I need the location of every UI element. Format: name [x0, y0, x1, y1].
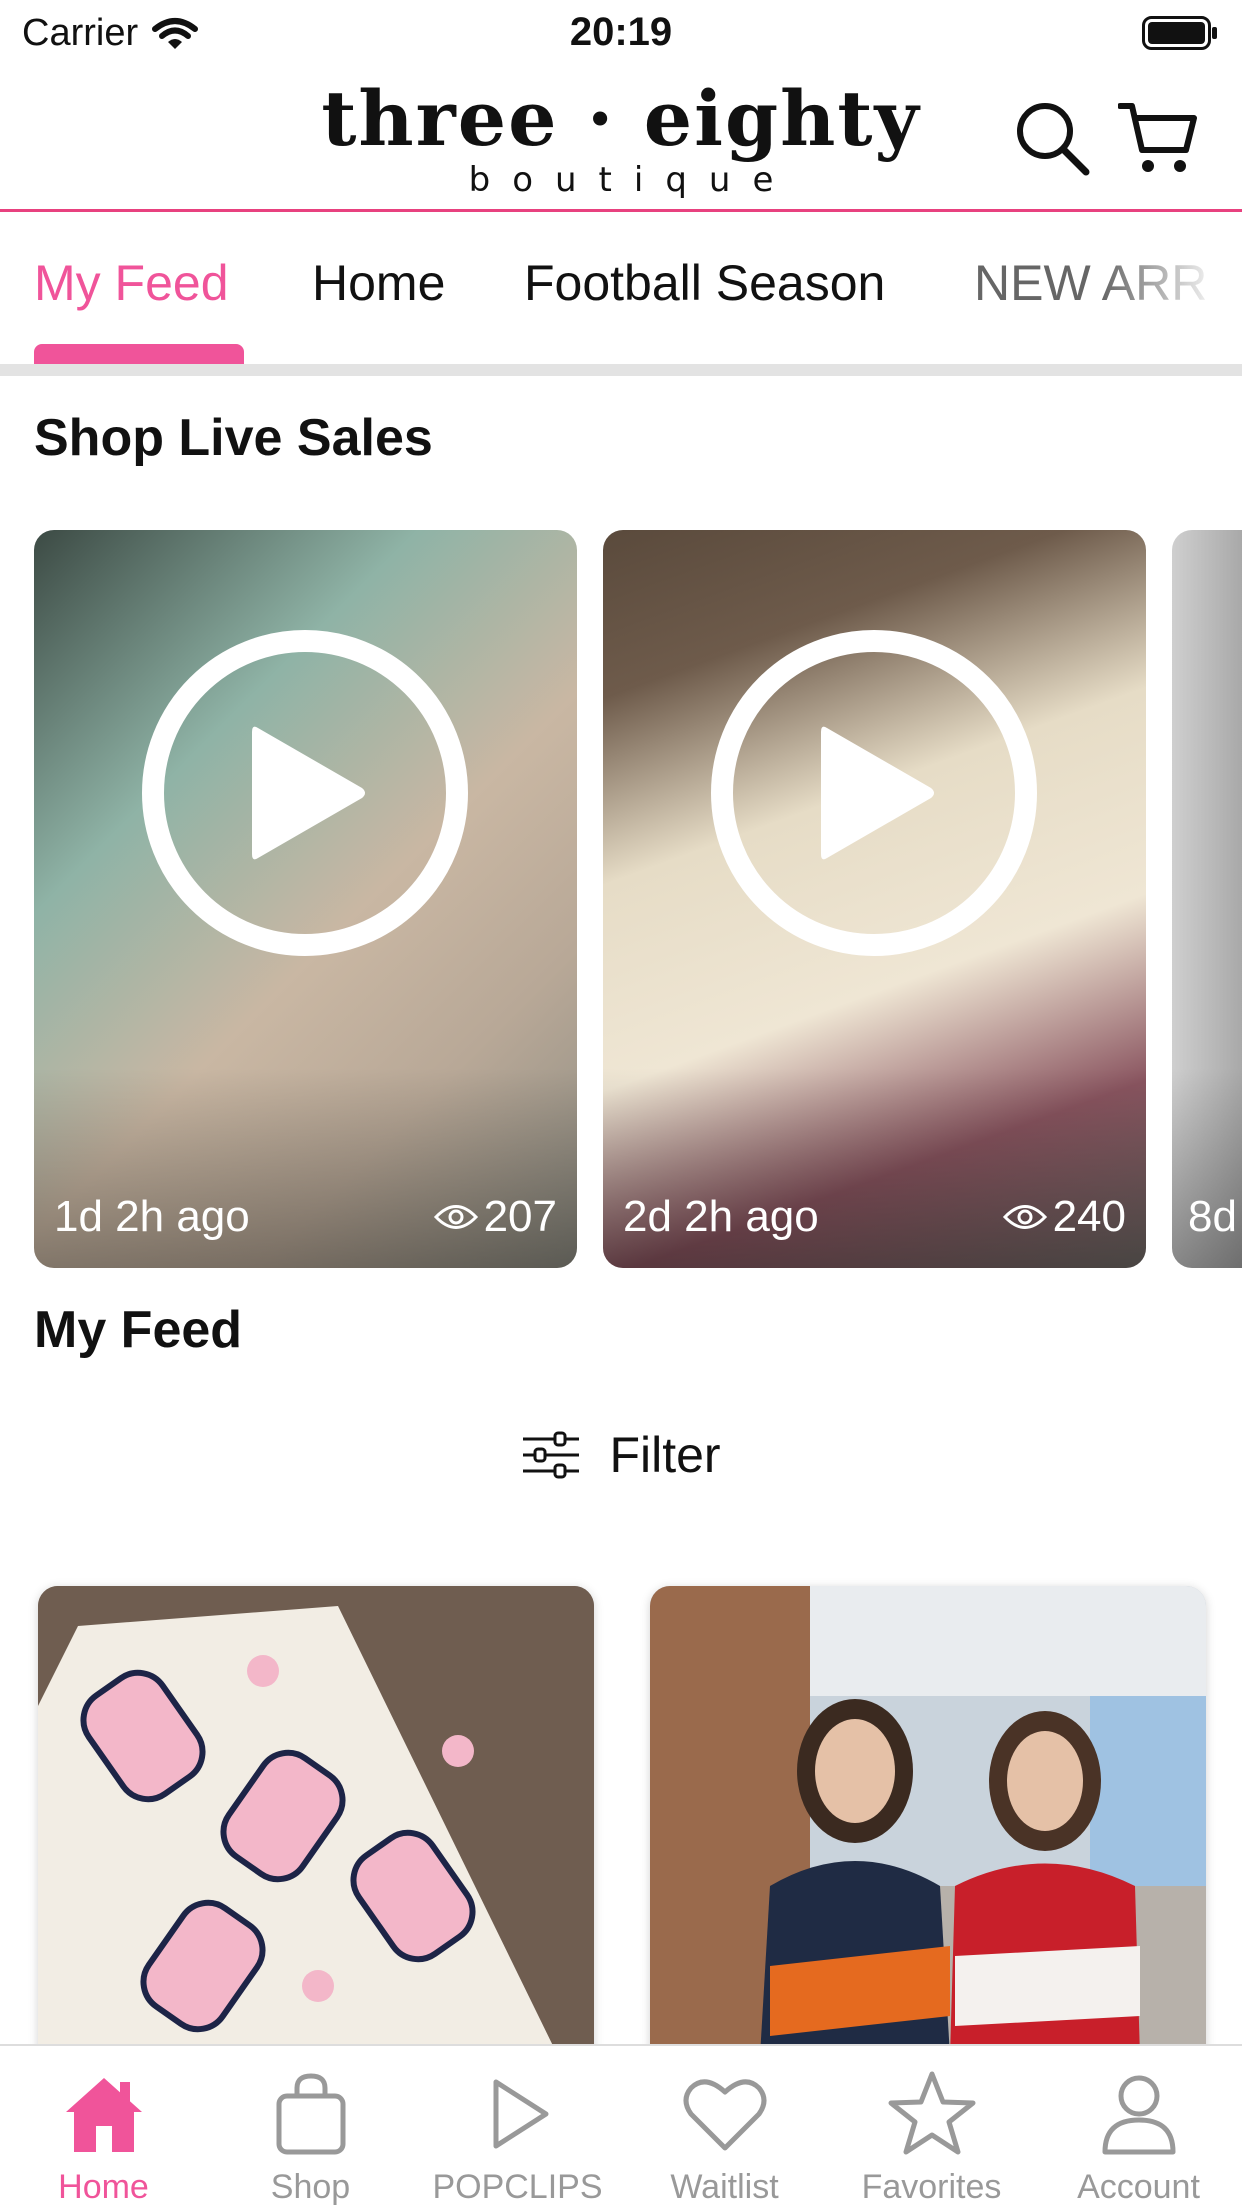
- play-video-icon[interactable]: [709, 628, 1039, 958]
- nav-waitlist-label: Waitlist: [670, 2168, 779, 2206]
- nav-account-label: Account: [1077, 2168, 1200, 2206]
- tab-my-feed[interactable]: My Feed: [34, 254, 229, 312]
- nav-waitlist[interactable]: Waitlist: [621, 2046, 828, 2208]
- live-sale-card[interactable]: 8d: [1172, 530, 1242, 1268]
- live-sale-card[interactable]: 2d 2h ago 240: [603, 530, 1146, 1268]
- nav-favorites[interactable]: Favorites: [828, 2046, 1035, 2208]
- feed-product-card[interactable]: [650, 1586, 1206, 2056]
- status-time: 20:19: [569, 10, 673, 54]
- live-sales-title: Shop Live Sales: [34, 409, 433, 467]
- feed-product-card[interactable]: [38, 1586, 594, 2056]
- nav-home[interactable]: Home: [0, 2046, 207, 2208]
- nav-account[interactable]: Account: [1035, 2046, 1242, 2208]
- nav-favorites-label: Favorites: [861, 2168, 1002, 2206]
- tab-football-season[interactable]: Football Season: [524, 254, 885, 312]
- status-bar: Carrier 20:19: [0, 0, 1242, 66]
- home-icon: [66, 2078, 142, 2152]
- eye-icon: [433, 1205, 478, 1229]
- product-image: [650, 1586, 1206, 2056]
- live-sale-views: 240: [1002, 1192, 1126, 1242]
- search-icon[interactable]: [1012, 98, 1092, 178]
- nav-shop[interactable]: Shop: [207, 2046, 414, 2208]
- live-sale-age: 2d 2h ago: [623, 1192, 819, 1241]
- live-sale-age: 1d 2h ago: [54, 1192, 250, 1241]
- product-image: [38, 1586, 594, 2056]
- play-video-icon[interactable]: [140, 628, 470, 958]
- nav-popclips-label: POPCLIPS: [432, 2168, 603, 2206]
- live-sale-views: 207: [433, 1192, 557, 1242]
- cart-icon[interactable]: [1118, 98, 1198, 178]
- tab-active-indicator: [34, 344, 244, 364]
- app-header: three · eighty boutique: [0, 66, 1242, 212]
- battery-icon: [1142, 16, 1217, 50]
- bottom-tab-bar: Home Shop POPCLIPS Waitlist Favorites Ac…: [0, 2044, 1242, 2208]
- nav-home-label: Home: [58, 2168, 149, 2206]
- star-icon: [888, 2071, 976, 2155]
- nav-shop-label: Shop: [270, 2168, 351, 2206]
- tabs-fade: [1102, 212, 1242, 352]
- nav-popclips[interactable]: POPCLIPS: [414, 2046, 621, 2208]
- view-count: 207: [483, 1192, 557, 1241]
- tab-home[interactable]: Home: [312, 254, 445, 312]
- live-sale-age: 8d: [1188, 1192, 1237, 1241]
- category-tabs: My Feed Home Football Season NEW ARR: [0, 212, 1242, 364]
- view-count: 240: [1052, 1192, 1126, 1241]
- filter-label: Filter: [609, 1427, 721, 1483]
- person-icon: [1102, 2075, 1176, 2155]
- eye-icon: [1002, 1205, 1047, 1229]
- sliders-icon: [523, 1431, 580, 1479]
- tabs-divider: [0, 364, 1242, 376]
- feed-title: My Feed: [34, 1301, 243, 1359]
- bag-icon: [276, 2073, 346, 2155]
- filter-button[interactable]: Filter: [0, 1426, 1242, 1484]
- live-sale-card[interactable]: 1d 2h ago 207: [34, 530, 577, 1268]
- play-icon: [493, 2079, 549, 2149]
- heart-icon: [683, 2079, 767, 2151]
